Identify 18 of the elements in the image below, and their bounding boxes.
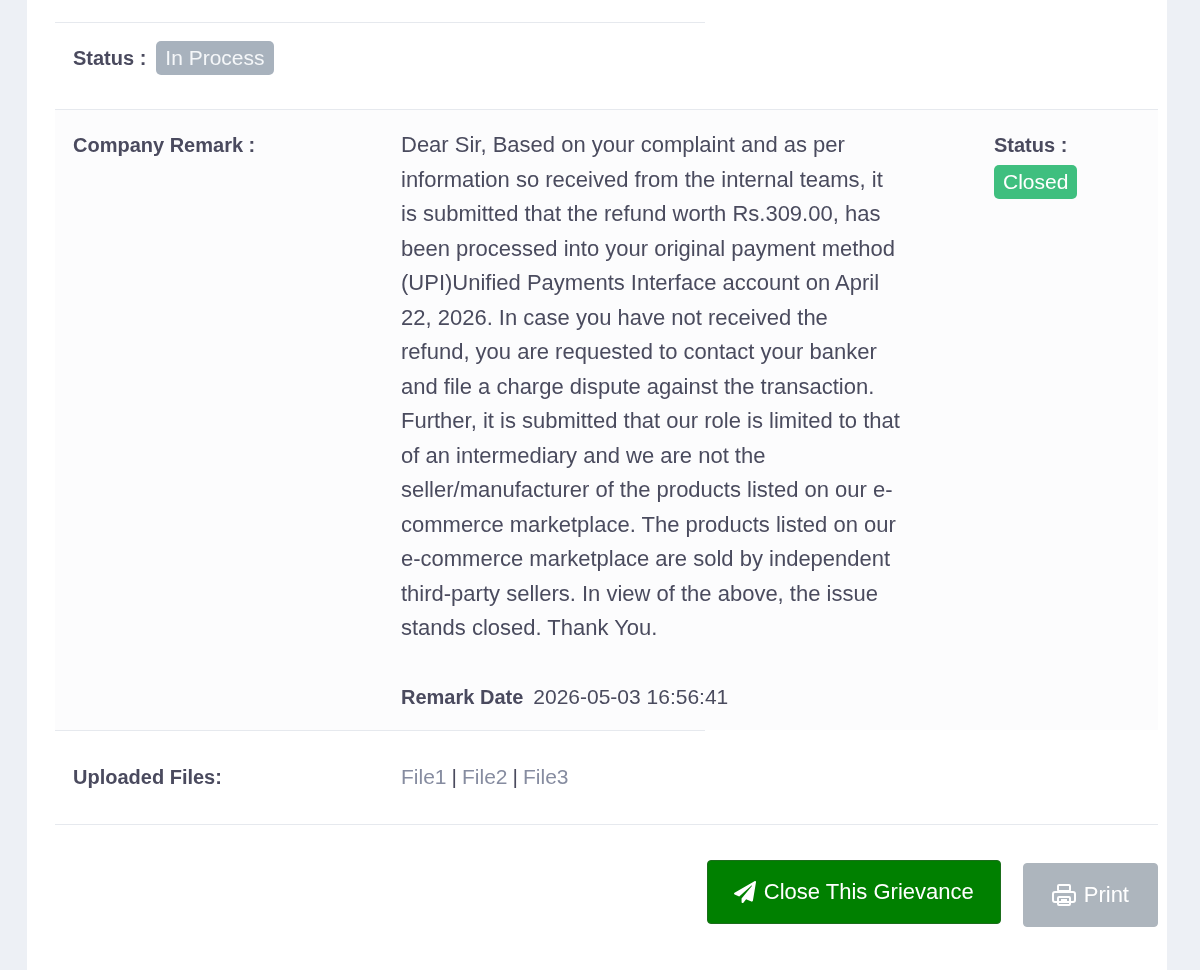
file-link[interactable]: File2 — [462, 765, 508, 789]
print-button[interactable]: Print — [1022, 862, 1158, 927]
uploaded-files-label: Uploaded Files: — [73, 766, 222, 788]
status-badge: In Process — [156, 41, 274, 75]
separator: | — [512, 765, 518, 789]
remark-date: 2026-05-03 16:56:41 — [533, 684, 729, 709]
remark-date-label: Remark Date — [401, 684, 524, 710]
status-label: Status : — [994, 133, 1069, 158]
status-badge: Closed — [994, 165, 1078, 199]
printer-icon — [1051, 883, 1076, 906]
separator: | — [451, 765, 457, 789]
paper-plane-icon — [733, 880, 756, 903]
remark-label: Company Remark : — [73, 134, 256, 156]
remark-text: Dear Sir, Based on your complaint and as per information so received from the internal teams, it is submitted that the refund worth Rs.309.00, has been processed into your original payment method (UPI)Unified Payments Interface account on April 22, 2026. In case you have not received the refund, you are requested to contact your banker and file a charge dispute against the transaction. Further, it is submitted that our role is limited to that of an intermediary and we are not the seller/manufacturer of the products listed on our e-commerce marketplace. The products listed on our e-commerce marketplace are sold by independent third-party sellers. In view of the above, the issue stands closed. Thank You. — [401, 131, 901, 642]
file-link[interactable]: File3 — [523, 765, 569, 789]
status-label: Status : — [73, 46, 147, 70]
file-link[interactable]: File1 — [401, 765, 447, 789]
close-grievance-button[interactable]: Close This Grievance — [706, 859, 1001, 924]
